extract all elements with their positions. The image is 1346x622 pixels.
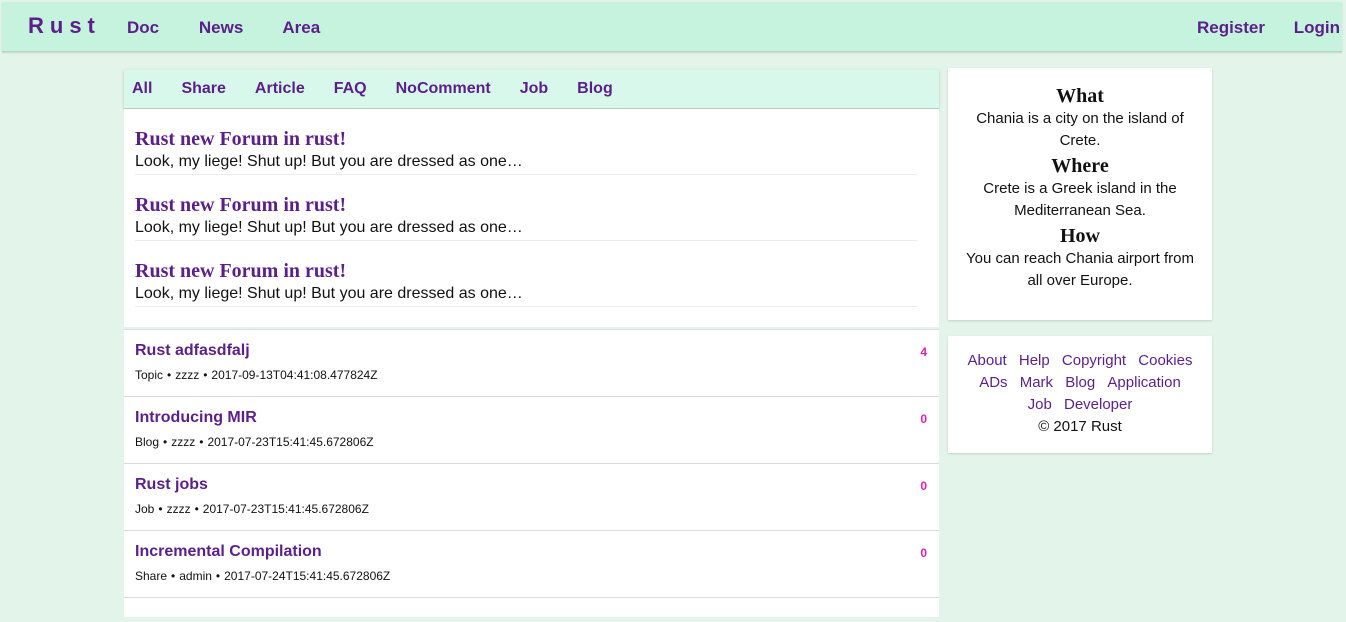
- category-tabs: All Share Article FAQ NoComment Job Blog: [124, 70, 939, 109]
- topic-title[interactable]: Rust adfasdfalj: [135, 342, 250, 360]
- auth-nav: Register Login: [1197, 18, 1340, 38]
- footer-link-about[interactable]: About: [968, 352, 1007, 369]
- topic-timestamp: 2017-07-23T15:41:45.672806Z: [202, 502, 369, 516]
- tab-article[interactable]: Article: [255, 80, 305, 98]
- register-link[interactable]: Register: [1197, 18, 1265, 37]
- topic-row: Rust adfasdfalj Topic • zzzz • 2017-09-13T04…: [124, 329, 939, 396]
- topic-list: Rust adfasdfalj Topic • zzzz • 2017-09-13T04…: [124, 329, 939, 617]
- featured-excerpt: Look, my liege! Shut up! But you are dre…: [135, 285, 523, 302]
- copyright-text: © 2017 Rust: [1038, 418, 1122, 435]
- reply-count: 4: [920, 345, 927, 359]
- footer-link-job[interactable]: Job: [1028, 396, 1052, 413]
- topic-author[interactable]: zzzz: [175, 368, 199, 382]
- tab-all[interactable]: All: [132, 80, 152, 98]
- featured-title[interactable]: Rust new Forum in rust!: [135, 193, 346, 217]
- topic-author[interactable]: admin: [179, 569, 212, 583]
- tab-nocomment[interactable]: NoComment: [396, 80, 491, 98]
- footer-link-mark[interactable]: Mark: [1020, 374, 1053, 391]
- tab-job[interactable]: Job: [520, 80, 548, 98]
- how-text: You can reach Chania airport from all ov…: [966, 250, 1194, 289]
- footer-link-ads[interactable]: ADs: [979, 374, 1007, 391]
- featured-item: Rust new Forum in rust! Look, my liege! …: [135, 259, 917, 307]
- featured-item: Rust new Forum in rust! Look, my liege! …: [135, 193, 917, 241]
- topic-row: [124, 597, 939, 617]
- featured-posts: Rust new Forum in rust! Look, my liege! …: [124, 109, 939, 327]
- footer-link-cookies[interactable]: Cookies: [1138, 352, 1192, 369]
- topic-title[interactable]: Introducing MIR: [135, 409, 257, 427]
- info-card: What Chania is a city on the island of C…: [948, 68, 1212, 320]
- topic-row: Incremental Compilation Share • admin • 2017…: [124, 530, 939, 597]
- featured-title[interactable]: Rust new Forum in rust!: [135, 127, 346, 151]
- topic-category[interactable]: Blog: [135, 435, 159, 449]
- featured-title[interactable]: Rust new Forum in rust!: [135, 259, 346, 283]
- topic-meta: Share • admin • 2017-07-24T15:41:45.672806Z: [135, 569, 391, 583]
- nav-news[interactable]: News: [199, 18, 243, 37]
- main-column: All Share Article FAQ NoComment Job Blog…: [124, 70, 939, 617]
- footer-links-card: About Help Copyright Cookies ADs Mark Bl…: [948, 336, 1212, 453]
- reply-count: 0: [920, 412, 927, 426]
- topic-row: Rust jobs Job • zzzz • 2017-07-23T15:41:45.6…: [124, 463, 939, 530]
- topic-category[interactable]: Topic: [135, 368, 163, 382]
- topic-row: Introducing MIR Blog • zzzz • 2017-07-23T15:…: [124, 396, 939, 463]
- featured-item: Rust new Forum in rust! Look, my liege! …: [135, 127, 917, 175]
- topic-meta: Topic • zzzz • 2017-09-13T04:41:08.477824Z: [135, 368, 378, 382]
- topic-timestamp: 2017-09-13T04:41:08.477824Z: [211, 368, 378, 382]
- what-text: Chania is a city on the island of Crete.: [976, 110, 1184, 149]
- topic-meta: Job • zzzz • 2017-07-23T15:41:45.672806Z: [135, 502, 369, 516]
- topic-category[interactable]: Job: [135, 502, 154, 516]
- topic-title[interactable]: Incremental Compilation: [135, 543, 322, 561]
- where-text: Crete is a Greek island in the Mediterra…: [983, 180, 1177, 219]
- topic-timestamp: 2017-07-24T15:41:45.672806Z: [224, 569, 391, 583]
- reply-count: 0: [920, 479, 927, 493]
- footer-links: About Help Copyright Cookies ADs Mark Bl…: [960, 350, 1200, 416]
- tab-blog[interactable]: Blog: [577, 80, 613, 98]
- topic-title[interactable]: Rust jobs: [135, 476, 208, 494]
- nav-doc[interactable]: Doc: [127, 18, 159, 37]
- topic-author[interactable]: zzzz: [167, 502, 191, 516]
- topic-author[interactable]: zzzz: [171, 435, 195, 449]
- main-nav: Doc News Area: [127, 18, 355, 38]
- brand-logo[interactable]: Rust: [28, 13, 101, 39]
- footer-link-blog[interactable]: Blog: [1065, 374, 1095, 391]
- how-heading: How: [1060, 225, 1100, 247]
- tab-share[interactable]: Share: [181, 80, 225, 98]
- featured-excerpt: Look, my liege! Shut up! But you are dre…: [135, 219, 523, 236]
- reply-count: 0: [920, 546, 927, 560]
- footer-link-copyright[interactable]: Copyright: [1062, 352, 1126, 369]
- topic-category[interactable]: Share: [135, 569, 167, 583]
- topic-timestamp: 2017-07-23T15:41:45.672806Z: [207, 435, 374, 449]
- login-link[interactable]: Login: [1294, 18, 1340, 37]
- featured-excerpt: Look, my liege! Shut up! But you are dre…: [135, 153, 523, 170]
- topic-meta: Blog • zzzz • 2017-07-23T15:41:45.672806Z: [135, 435, 374, 449]
- footer-link-application[interactable]: Application: [1107, 374, 1180, 391]
- tab-faq[interactable]: FAQ: [334, 80, 367, 98]
- top-navbar: Rust Doc News Area Register Login: [2, 2, 1342, 52]
- where-heading: Where: [1051, 155, 1109, 177]
- footer-link-developer[interactable]: Developer: [1064, 396, 1132, 413]
- footer-link-help[interactable]: Help: [1019, 352, 1050, 369]
- what-heading: What: [1056, 85, 1104, 107]
- nav-area[interactable]: Area: [282, 18, 320, 37]
